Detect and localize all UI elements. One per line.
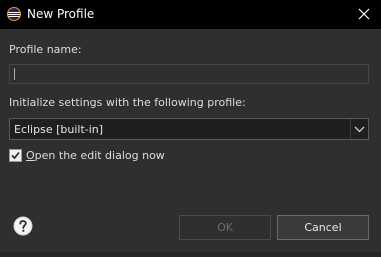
dialog-title: New Profile [27, 7, 95, 21]
new-profile-dialog: New Profile Profile name: Initialize set… [0, 0, 381, 257]
open-edit-dialog-checkbox[interactable] [9, 149, 22, 162]
chevron-down-icon [354, 126, 365, 133]
ok-button[interactable]: OK [179, 215, 271, 240]
select-arrow[interactable] [350, 119, 368, 139]
profile-name-label: Profile name: [9, 43, 82, 56]
cancel-button[interactable]: Cancel [277, 215, 369, 240]
profile-name-input[interactable] [9, 64, 369, 84]
text-caret [14, 68, 15, 80]
open-edit-dialog-label-rest: pen the edit dialog now [34, 149, 165, 162]
open-edit-dialog-label[interactable]: Open the edit dialog now [26, 149, 165, 162]
init-settings-label: Initialize settings with the following p… [9, 96, 246, 109]
title-bar: New Profile [0, 0, 381, 29]
close-icon[interactable] [353, 4, 375, 24]
eclipse-icon [7, 7, 21, 21]
profile-select[interactable]: Eclipse [built-in] [9, 118, 369, 140]
profile-select-value: Eclipse [built-in] [14, 123, 104, 136]
mnemonic-letter: O [26, 149, 35, 162]
checkmark-icon [11, 151, 20, 160]
help-icon[interactable] [13, 216, 33, 236]
bottom-edge [0, 252, 381, 257]
